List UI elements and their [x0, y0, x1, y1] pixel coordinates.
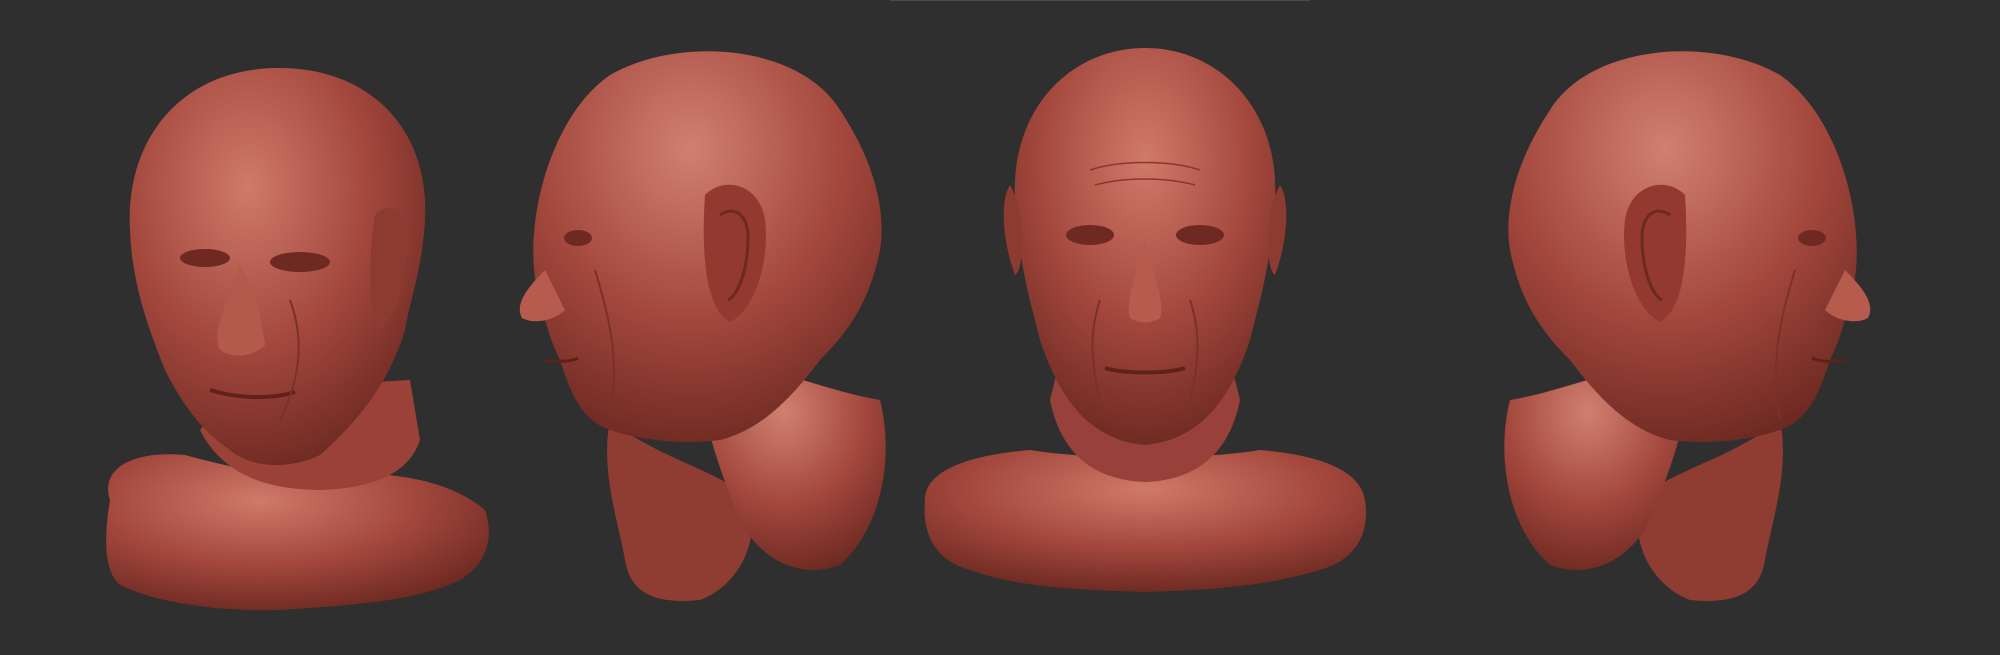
head-view-profile-right: [1490, 0, 1890, 655]
head-view-three-quarter-left: [90, 0, 510, 655]
head-three-quarter-left-render: [106, 67, 489, 611]
head-front-render: [924, 48, 1366, 592]
head-view-profile-left: [500, 0, 900, 655]
head-view-front: [910, 0, 1380, 655]
sculpt-turnaround-canvas: [0, 0, 2000, 655]
head-profile-right-render: [1504, 51, 1871, 601]
head-profile-left-render: [519, 51, 886, 601]
